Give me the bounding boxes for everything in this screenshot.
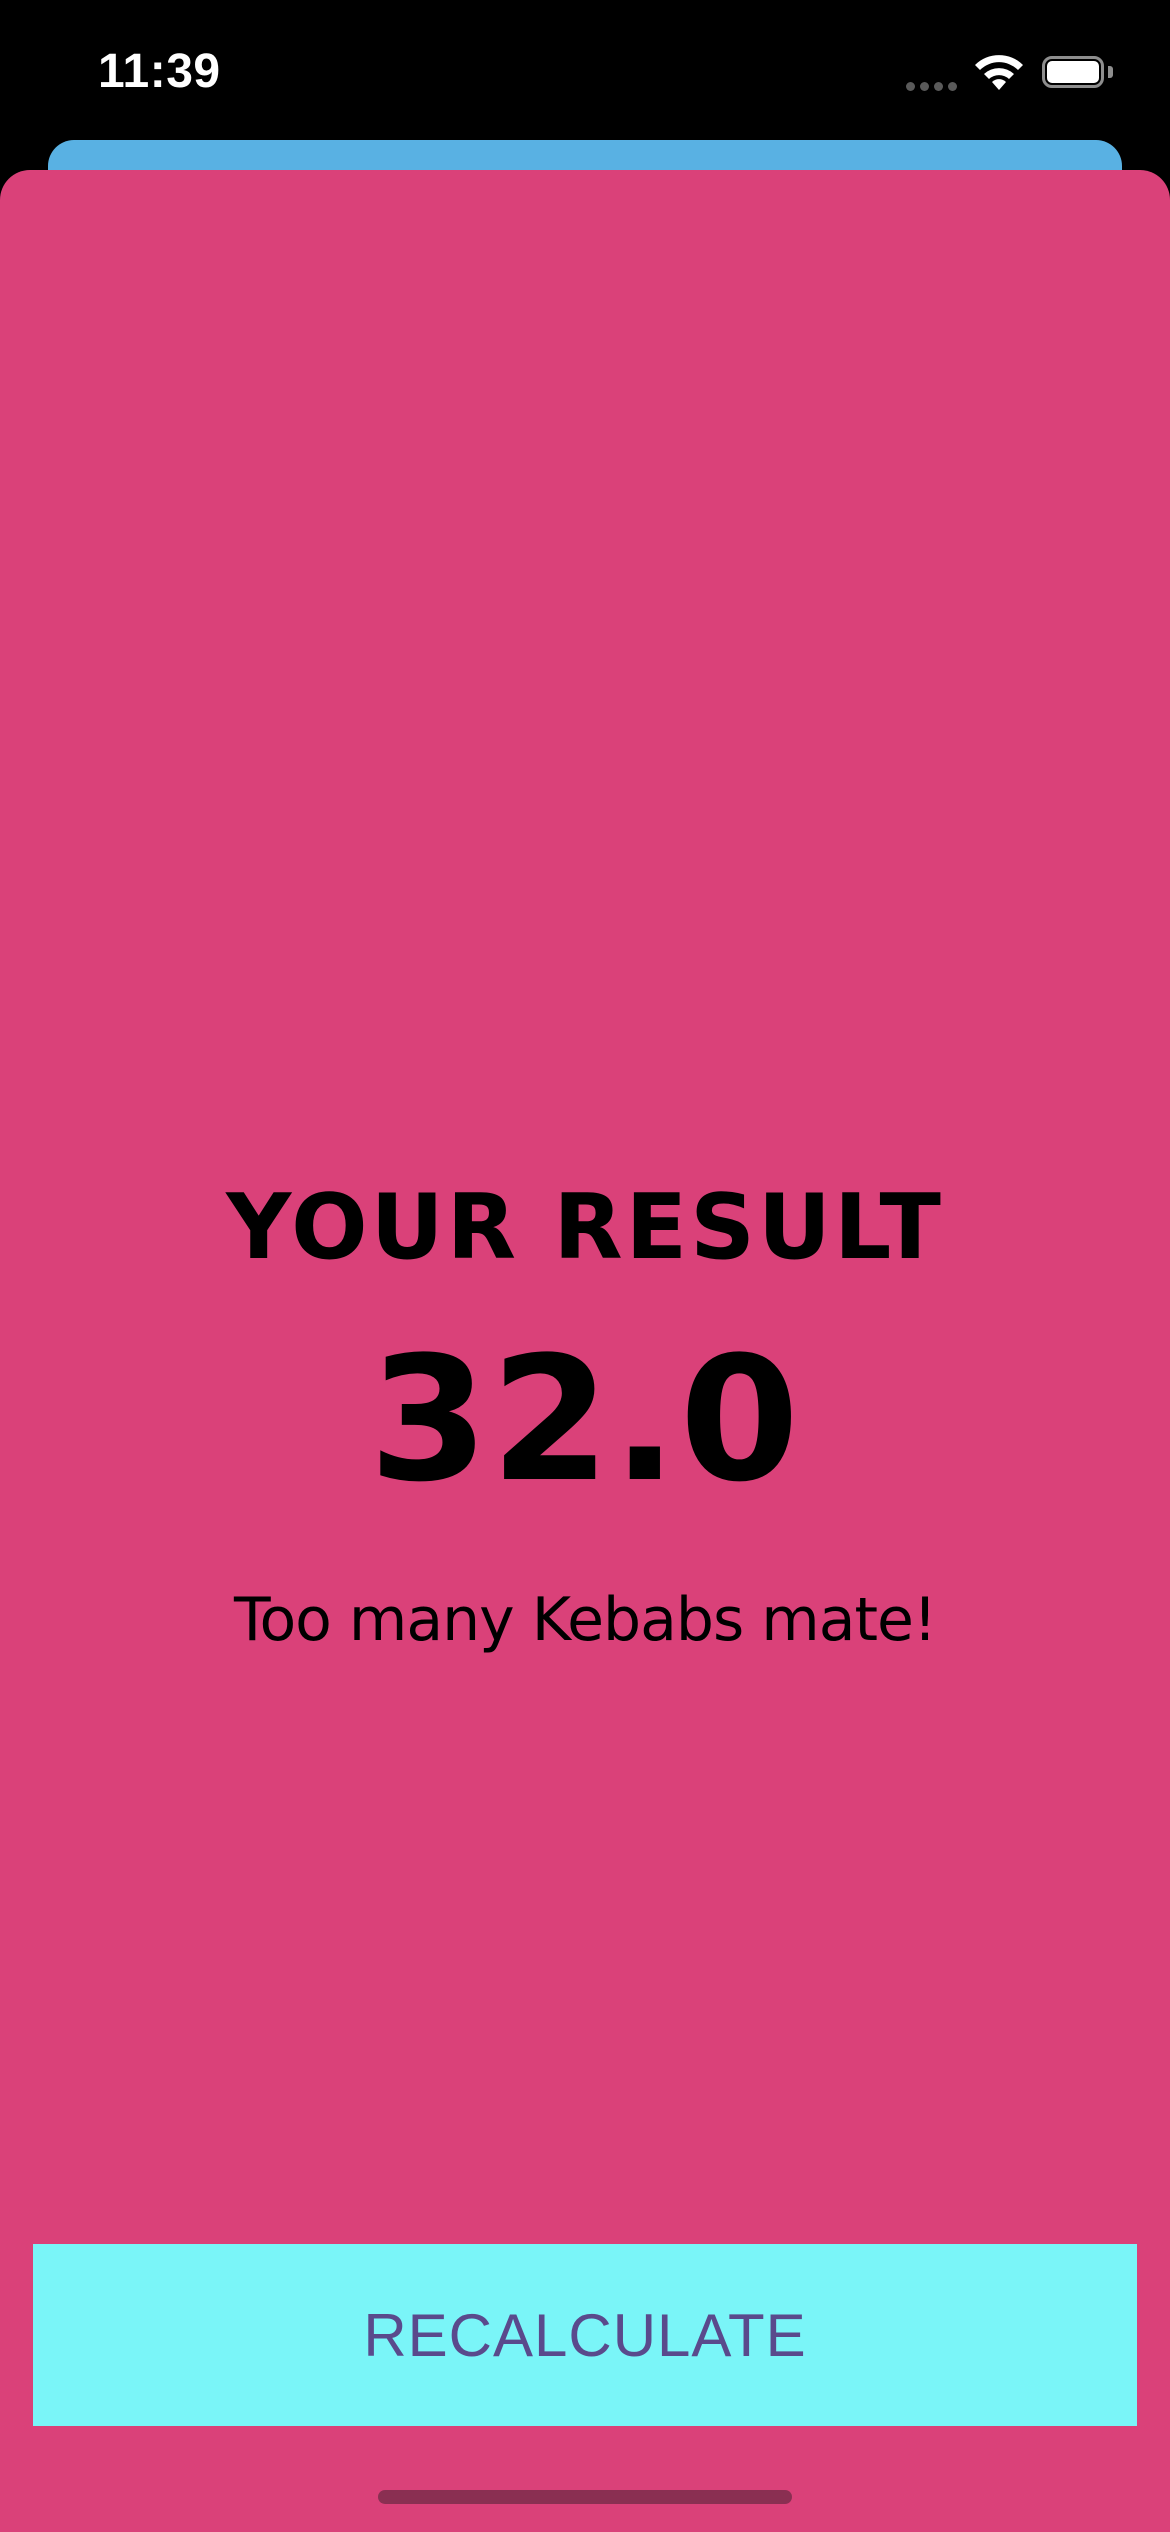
status-time: 11:39: [98, 45, 221, 98]
battery-icon: [1042, 56, 1116, 92]
status-bar: 11:39: [0, 0, 1170, 140]
result-advice: Too many Kebabs mate!: [233, 1585, 937, 1655]
cellular-signal-icon: [906, 82, 958, 92]
result-screen: 11:39 YOUR RESULT 32.0 Too many Kebabs m…: [0, 0, 1170, 2532]
bmi-result-value: 32.0: [368, 1319, 802, 1520]
result-title: YOUR RESULT: [226, 1175, 944, 1280]
recalculate-button[interactable]: RECALCULATE: [33, 2244, 1137, 2426]
home-indicator[interactable]: [378, 2490, 792, 2504]
wifi-icon: [975, 55, 1023, 90]
